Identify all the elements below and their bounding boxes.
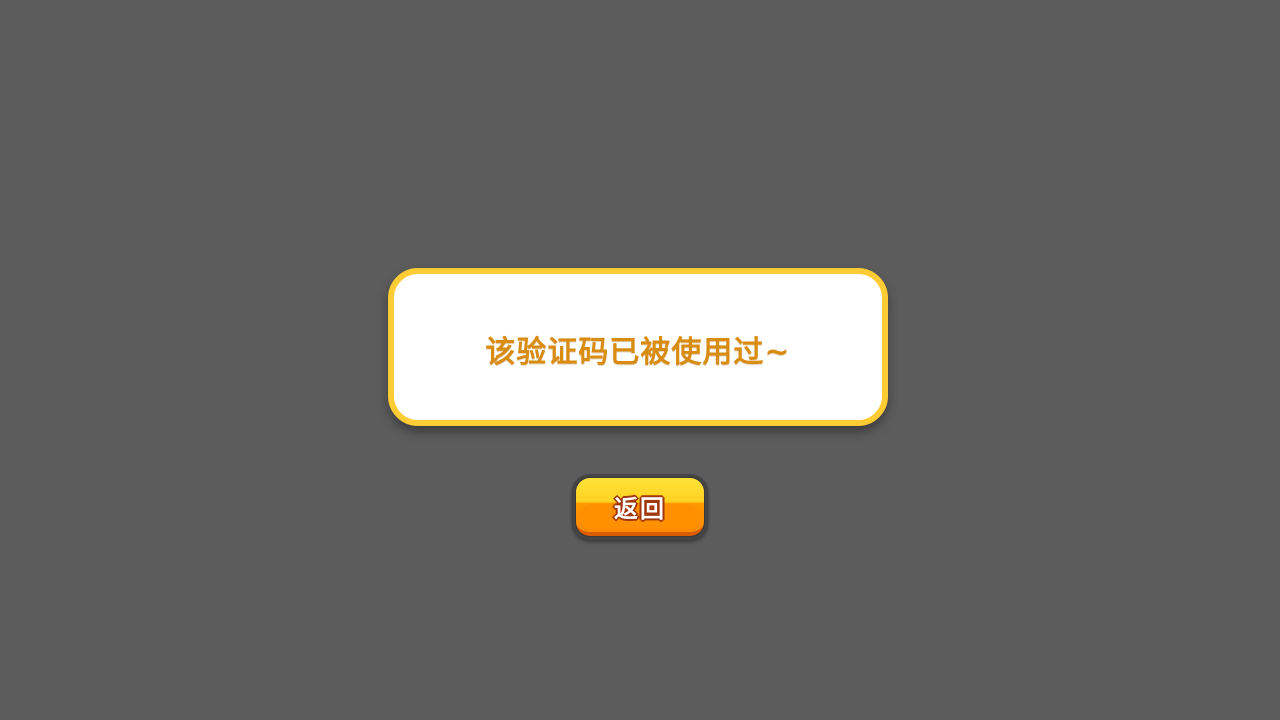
back-button-face[interactable]: 返回	[576, 478, 704, 536]
back-button[interactable]: 返回	[572, 474, 708, 540]
dialog-message: 该验证码已被使用过~	[485, 335, 791, 370]
message-dialog: 该验证码已被使用过~	[388, 268, 888, 426]
screen: 该验证码已被使用过~ 返回	[0, 0, 1280, 720]
back-button-label: 返回	[614, 495, 666, 523]
